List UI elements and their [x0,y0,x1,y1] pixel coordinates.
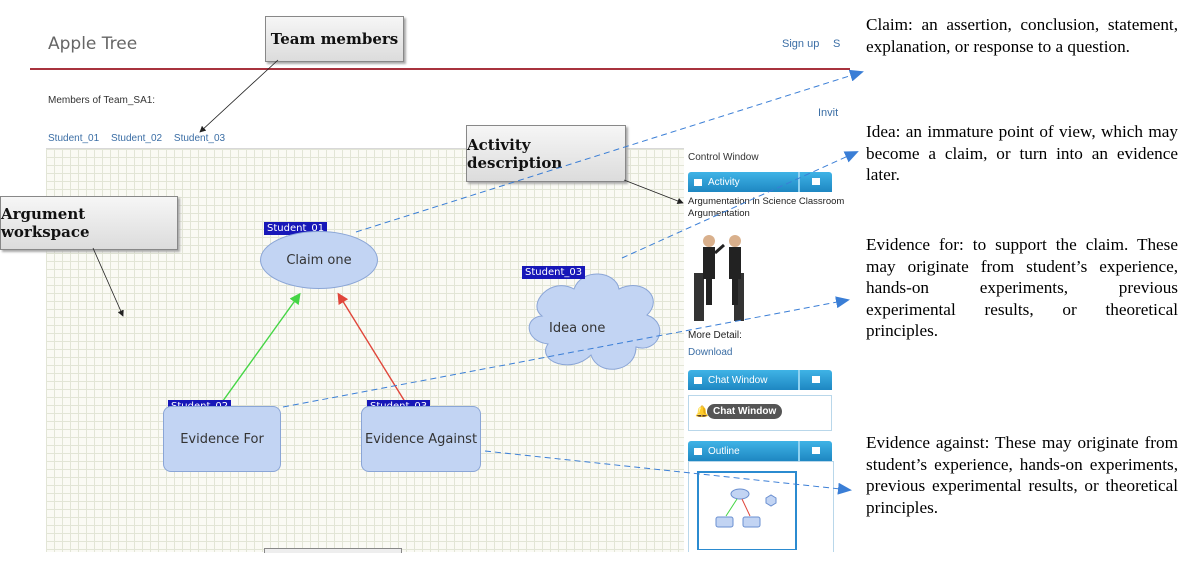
evidence-for-definition: Evidence for: to support the claim. Thes… [866,235,1178,340]
evidence-against-definition: Evidence against: These may originate fr… [866,433,1178,517]
claim-definition: Claim: an assertion, conclusion, stateme… [866,15,1178,56]
idea-definition: Idea: an immature point of view, which m… [866,122,1178,184]
